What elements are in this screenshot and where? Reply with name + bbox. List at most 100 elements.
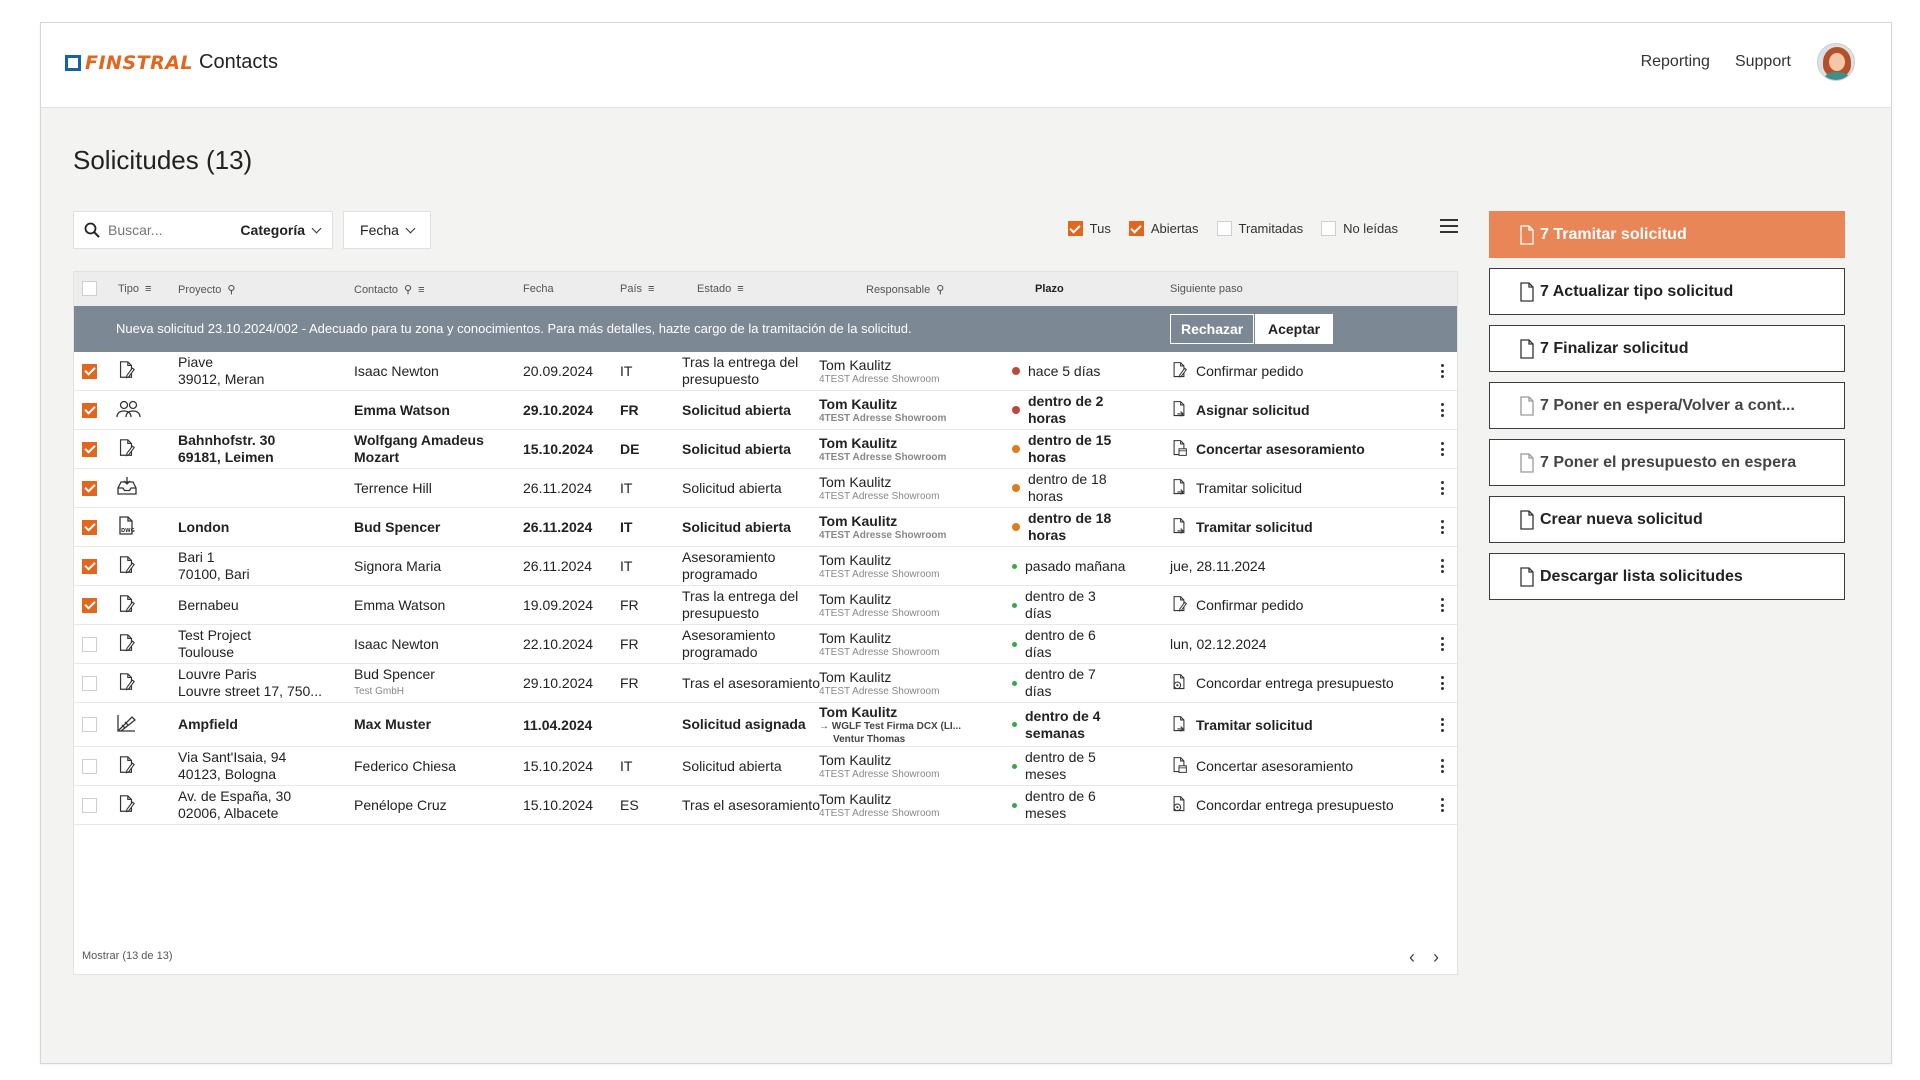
checkbox[interactable] xyxy=(1067,221,1083,236)
contact-name: Federico Chiesa xyxy=(354,757,456,774)
row-checkbox[interactable] xyxy=(82,363,97,379)
next-page-button[interactable]: › xyxy=(1433,947,1439,968)
row-more-options-icon[interactable] xyxy=(1441,442,1445,456)
row-checkbox[interactable] xyxy=(82,797,97,813)
row-checkbox[interactable] xyxy=(82,402,97,418)
col-estado[interactable]: Estado ≡ xyxy=(697,283,744,295)
table-row[interactable]: Bahnhofstr. 30 69181, Leimen Wolfgang Amad… xyxy=(74,430,1457,469)
filter-icon[interactable]: ≡ xyxy=(418,284,424,296)
table-row[interactable]: Test Project Toulouse Isaac Newton 22.10.20… xyxy=(74,625,1457,664)
document-pencil-icon xyxy=(116,555,136,578)
table-row[interactable]: Emma Watson 29.10.2024 FR Solicitud abierta… xyxy=(74,391,1457,430)
row-more-options-icon[interactable] xyxy=(1441,520,1445,534)
row-more-options-icon[interactable] xyxy=(1441,759,1445,773)
action-panel: 7 Tramitar solicitud 7 Actualizar tipo so… xyxy=(1489,211,1845,610)
row-checkbox[interactable] xyxy=(82,636,97,652)
col-responsable[interactable]: Responsable ⚲ xyxy=(866,283,944,297)
row-more-options-icon[interactable] xyxy=(1441,717,1445,732)
col-fecha[interactable]: Fecha xyxy=(523,283,554,295)
table-row[interactable]: Louvre Paris Louvre street 17, 750... Bud … xyxy=(74,664,1457,703)
search-box[interactable]: Categoría xyxy=(73,211,333,249)
action-button-2[interactable]: 7 Actualizar tipo solicitud xyxy=(1489,268,1845,315)
row-more-options-icon[interactable] xyxy=(1441,676,1445,690)
next-step[interactable]: Concertar asesoramiento xyxy=(1196,441,1365,457)
row-date: 15.10.2024 xyxy=(523,758,594,774)
row-checkbox[interactable] xyxy=(82,558,97,574)
user-avatar[interactable] xyxy=(1817,43,1855,81)
blueprint-icon xyxy=(116,712,138,737)
prev-page-button[interactable]: ‹ xyxy=(1409,947,1415,968)
reject-button[interactable]: Rechazar xyxy=(1170,314,1255,344)
checkbox[interactable] xyxy=(1128,221,1144,236)
filter-icon[interactable]: ≡ xyxy=(648,283,654,295)
filter-icon[interactable]: ≡ xyxy=(145,283,151,295)
row-checkbox[interactable] xyxy=(82,675,97,691)
table-row[interactable]: Piave 39012, Meran Isaac Newton 20.09.2024 I… xyxy=(74,352,1457,391)
next-step[interactable]: Confirmar pedido xyxy=(1196,597,1303,613)
table-row[interactable]: DWG London Bud Spencer 26.11.2024 IT Solicitu… xyxy=(74,508,1457,547)
next-step[interactable]: Tramitar solicitud xyxy=(1196,480,1302,496)
next-step[interactable]: Concordar entrega presupuesto xyxy=(1196,797,1394,813)
action-button-1[interactable]: 7 Tramitar solicitud xyxy=(1489,211,1845,258)
nav-reporting[interactable]: Reporting xyxy=(1641,53,1710,71)
row-more-options-icon[interactable] xyxy=(1441,598,1445,612)
action-button-5[interactable]: 7 Poner el presupuesto en espera xyxy=(1489,439,1845,486)
action-button-7[interactable]: Descargar lista solicitudes xyxy=(1489,553,1845,600)
select-all-checkbox[interactable] xyxy=(82,281,97,296)
action-button-4[interactable]: 7 Poner en espera/Volver a cont... xyxy=(1489,382,1845,429)
search-icon[interactable]: ⚲ xyxy=(936,283,944,296)
row-more-options-icon[interactable] xyxy=(1441,637,1445,651)
next-step[interactable]: lun, 02.12.2024 xyxy=(1170,636,1267,652)
col-pais[interactable]: País ≡ xyxy=(620,283,654,295)
col-contacto[interactable]: Contacto ⚲ ≡ xyxy=(354,283,425,297)
row-date: 20.09.2024 xyxy=(523,363,594,379)
filter-no-leidas[interactable]: No leídas xyxy=(1321,221,1398,236)
row-more-options-icon[interactable] xyxy=(1441,481,1445,495)
table-row[interactable]: Av. de España, 30 02006, Albacete Penélope… xyxy=(74,786,1457,825)
col-siguiente-paso[interactable]: Siguiente paso xyxy=(1170,283,1243,295)
row-more-options-icon[interactable] xyxy=(1441,559,1445,573)
date-dropdown[interactable]: Fecha xyxy=(343,211,431,249)
next-step[interactable]: Confirmar pedido xyxy=(1196,363,1303,379)
row-more-options-icon[interactable] xyxy=(1441,364,1445,378)
search-icon[interactable]: ⚲ xyxy=(227,283,235,296)
category-dropdown[interactable]: Categoría xyxy=(240,222,322,238)
logo[interactable]: FINSTRAL Contacts xyxy=(65,51,278,74)
table-row[interactable]: Bernabeu Emma Watson 19.09.2024 FR Tras la e… xyxy=(74,586,1457,625)
page-title: Solicitudes (13) xyxy=(73,145,253,175)
row-checkbox[interactable] xyxy=(82,480,97,496)
hamburger-menu-icon[interactable] xyxy=(1440,219,1458,235)
table-row[interactable]: Ampfield Max Muster 11.04.2024 Solicitud as… xyxy=(74,703,1457,747)
next-step[interactable]: Concertar asesoramiento xyxy=(1196,758,1353,774)
search-icon[interactable]: ⚲ xyxy=(404,283,412,296)
row-more-options-icon[interactable] xyxy=(1441,798,1445,812)
nav-support[interactable]: Support xyxy=(1735,53,1791,71)
action-button-6[interactable]: Crear nueva solicitud xyxy=(1489,496,1845,543)
col-plazo[interactable]: Plazo xyxy=(1035,283,1064,295)
next-step[interactable]: Tramitar solicitud xyxy=(1196,519,1313,535)
row-checkbox[interactable] xyxy=(82,441,97,457)
row-more-options-icon[interactable] xyxy=(1441,403,1445,417)
col-proyecto[interactable]: Proyecto ⚲ xyxy=(178,283,235,297)
next-step[interactable]: Tramitar solicitud xyxy=(1196,717,1313,733)
next-step[interactable]: jue, 28.11.2024 xyxy=(1170,558,1266,574)
checkbox[interactable] xyxy=(1216,221,1232,236)
action-button-3[interactable]: 7 Finalizar solicitud xyxy=(1489,325,1845,372)
table-row[interactable]: Via Sant'Isaia, 94 40123, Bologna Federico… xyxy=(74,747,1457,786)
row-checkbox[interactable] xyxy=(82,597,97,613)
table-row[interactable]: Bari 1 70100, Bari Signora Maria 26.11.2024… xyxy=(74,547,1457,586)
row-checkbox[interactable] xyxy=(82,717,97,732)
col-tipo[interactable]: Tipo ≡ xyxy=(118,283,151,295)
table-row[interactable]: Terrence Hill 26.11.2024 IT Solicitud abier… xyxy=(74,469,1457,508)
filter-tus[interactable]: Tus xyxy=(1067,221,1111,236)
search-input[interactable] xyxy=(108,222,228,238)
checkbox[interactable] xyxy=(1321,221,1337,236)
accept-button[interactable]: Aceptar xyxy=(1255,314,1334,344)
next-step[interactable]: Concordar entrega presupuesto xyxy=(1196,675,1394,691)
filter-icon[interactable]: ≡ xyxy=(737,283,743,295)
filter-abiertas[interactable]: Abiertas xyxy=(1128,221,1199,236)
next-step[interactable]: Asignar solicitud xyxy=(1196,402,1310,418)
filter-tramitadas[interactable]: Tramitadas xyxy=(1216,221,1303,236)
row-checkbox[interactable] xyxy=(82,758,97,774)
row-checkbox[interactable] xyxy=(82,519,97,535)
